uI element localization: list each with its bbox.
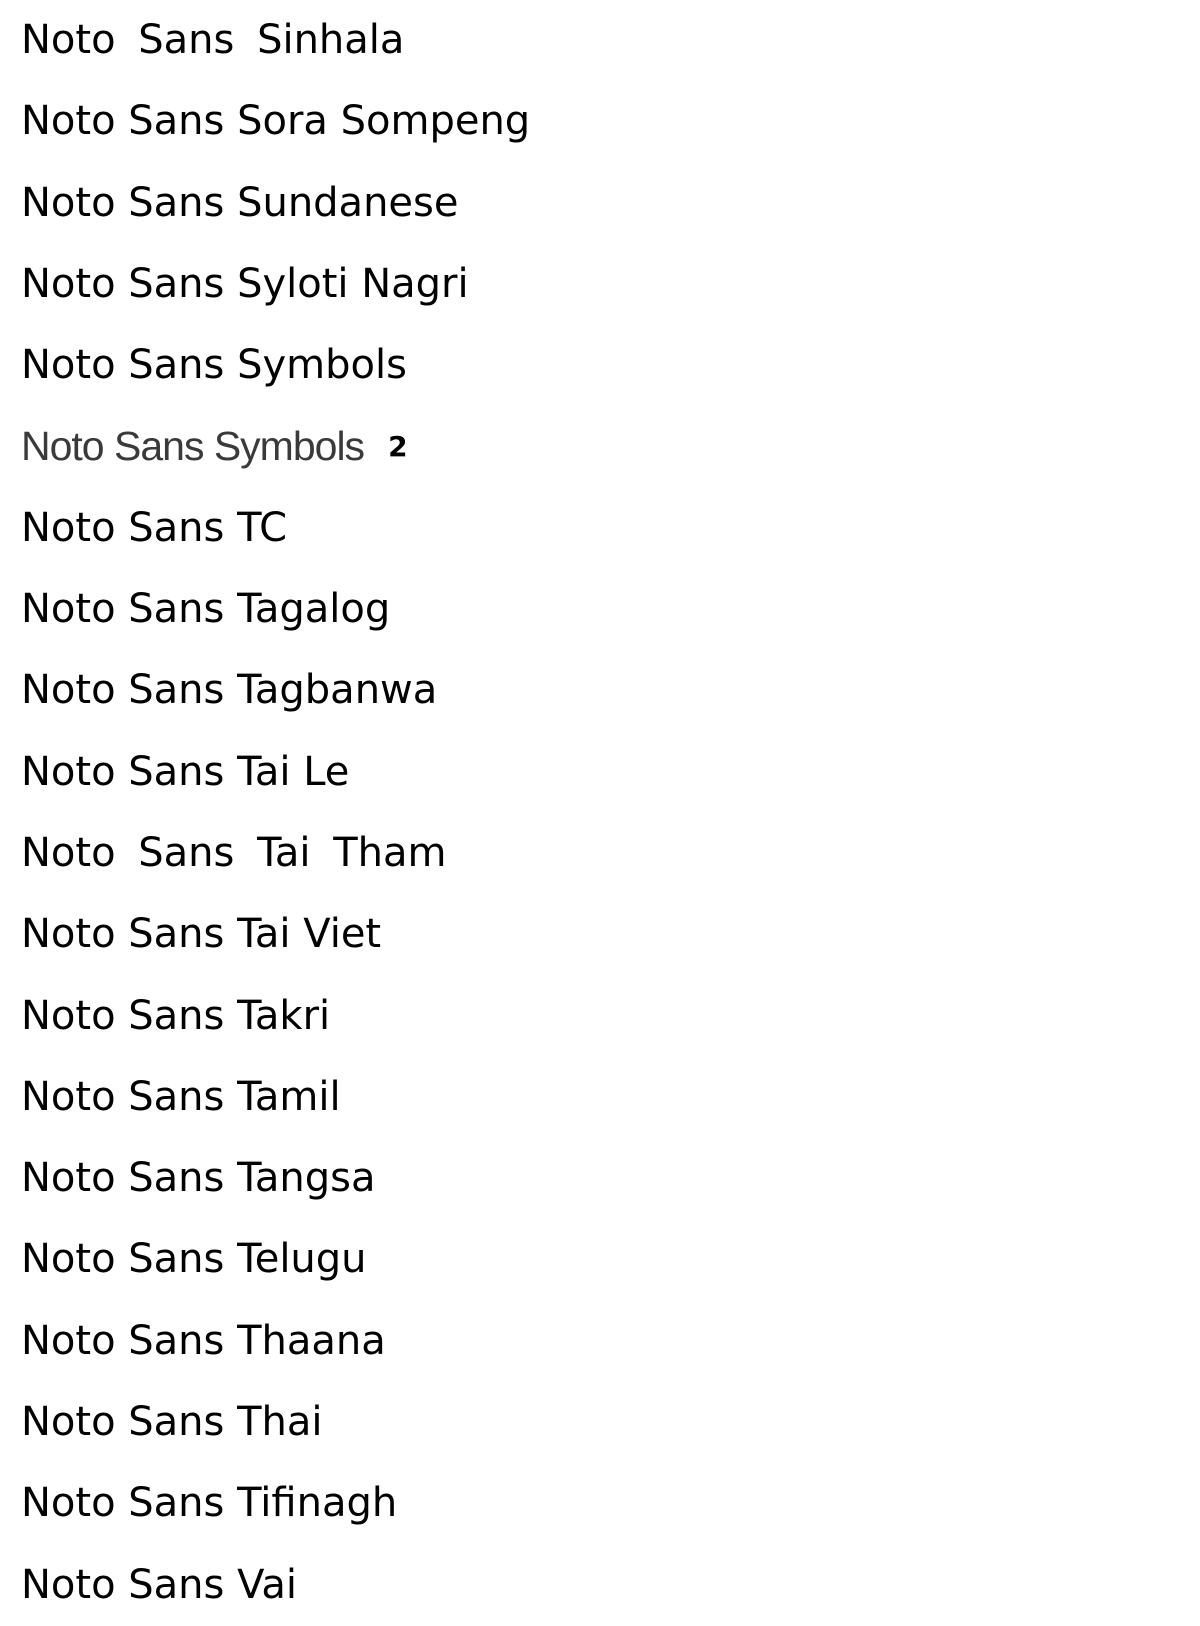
- font-name: Noto Sans Tagbanwa: [21, 667, 438, 714]
- font-item-tifinagh[interactable]: Noto Sans Tifinagh: [21, 1463, 1171, 1544]
- font-name: Noto Sans Telugu: [21, 1236, 367, 1283]
- font-name: Noto Sans Tai Tham: [21, 829, 447, 876]
- font-name: Noto Sans Tai Le: [21, 748, 350, 795]
- font-name: Noto Sans Takri: [21, 992, 331, 1039]
- font-name: Noto Sans Tamil: [21, 1073, 341, 1120]
- font-name: Noto Sans Vai: [21, 1561, 297, 1608]
- font-name: Noto Sans Thaana: [21, 1317, 386, 1364]
- font-item-tamil[interactable]: Noto Sans Tamil: [21, 1057, 1171, 1138]
- font-name: Noto Sans Sundanese: [21, 179, 459, 226]
- font-item-symbols-2[interactable]: Noto Sans Symbols 2: [21, 406, 1171, 487]
- font-name: Noto Sans Sora Sompeng: [21, 98, 531, 145]
- font-item-tc[interactable]: Noto Sans TC: [21, 488, 1171, 569]
- font-item-symbols[interactable]: Noto Sans Symbols: [21, 325, 1171, 406]
- font-item-takri[interactable]: Noto Sans Takri: [21, 976, 1171, 1057]
- font-name: Noto Sans TC: [21, 504, 288, 551]
- font-name: Noto Sans Tangsa: [21, 1155, 376, 1202]
- font-item-vai[interactable]: Noto Sans Vai: [21, 1545, 1171, 1626]
- font-name: Noto Sans Symbols: [21, 423, 365, 470]
- font-item-sora-sompeng[interactable]: Noto Sans Sora Sompeng: [21, 81, 1171, 162]
- font-name: Noto Sans Tifinagh: [21, 1480, 398, 1527]
- font-item-tai-le[interactable]: Noto Sans Tai Le: [21, 732, 1171, 813]
- font-item-tai-tham[interactable]: Noto Sans Tai Tham: [21, 813, 1171, 894]
- font-item-sundanese[interactable]: Noto Sans Sundanese: [21, 163, 1171, 244]
- font-item-tai-viet[interactable]: Noto Sans Tai Viet: [21, 894, 1171, 975]
- font-name: Noto Sans Symbols: [21, 342, 407, 389]
- font-item-telugu[interactable]: Noto Sans Telugu: [21, 1219, 1171, 1300]
- font-item-tagalog[interactable]: Noto Sans Tagalog: [21, 569, 1171, 650]
- font-item-thai[interactable]: Noto Sans Thai: [21, 1382, 1171, 1463]
- font-name: Noto Sans Tai Viet: [21, 911, 382, 958]
- font-item-tangsa[interactable]: Noto Sans Tangsa: [21, 1138, 1171, 1219]
- font-name: Noto Sans Syloti Nagri: [21, 260, 469, 307]
- font-list: Noto Sans Sinhala Noto Sans Sora Sompeng…: [21, 0, 1171, 1626]
- font-item-thaana[interactable]: Noto Sans Thaana: [21, 1301, 1171, 1382]
- font-item-syloti-nagri[interactable]: Noto Sans Syloti Nagri: [21, 244, 1171, 325]
- font-name: Noto Sans Tagalog: [21, 586, 391, 633]
- font-name: Noto Sans Thai: [21, 1399, 323, 1446]
- font-variant-number: 2: [388, 430, 408, 464]
- font-item-sinhala[interactable]: Noto Sans Sinhala: [21, 0, 1171, 81]
- font-item-tagbanwa[interactable]: Noto Sans Tagbanwa: [21, 650, 1171, 731]
- font-name: Noto Sans Sinhala: [21, 17, 405, 63]
